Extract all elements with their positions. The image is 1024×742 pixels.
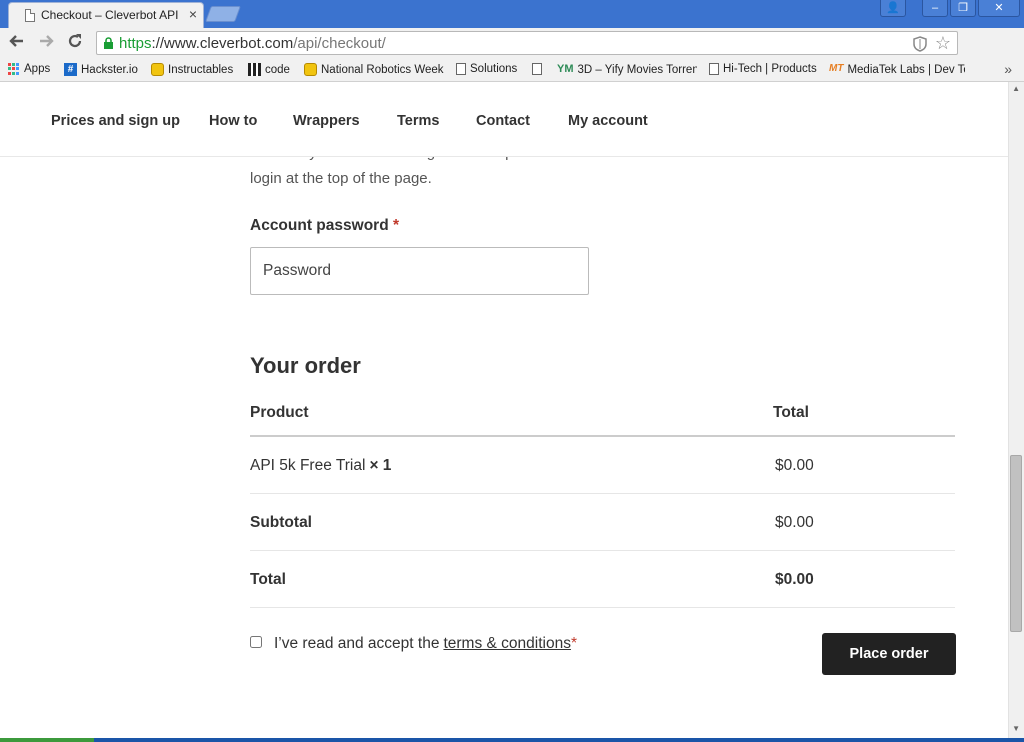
bookmark-code[interactable]: code [248,63,290,76]
total-label: Total [250,571,286,588]
browser-toolbar: https://www.cleverbot.com/api/checkout/ … [0,28,1024,77]
bookmark-apps[interactable]: Apps [8,63,50,75]
bookmarks-overflow-icon[interactable]: » [1004,61,1012,77]
subtotal-label: Subtotal [250,514,312,531]
bookmark-label: Apps [24,63,51,75]
terms-text: I’ve read and accept the [274,635,440,652]
bookmark-label: Hi-Tech | Products [723,63,817,75]
hackster-icon: # [64,63,77,76]
scroll-up-arrow-icon[interactable]: ▲ [1012,84,1020,93]
page-scrollbar[interactable] [1008,82,1024,738]
code-icon [248,63,261,76]
bookmark-robotics-week[interactable]: National Robotics Week [304,63,444,76]
page-favicon-icon [25,9,35,22]
ym-icon: YM [557,63,574,75]
tab-close-icon[interactable]: × [189,6,197,22]
bookmark-star-icon[interactable]: ☆ [935,33,951,54]
restore-button[interactable]: ❐ [950,0,976,17]
scrollbar-thumb[interactable] [1010,455,1022,632]
terms-checkbox[interactable] [250,636,262,648]
order-total-row: Total $0.00 [250,551,955,608]
bookmark-yify[interactable]: YM 3D – Yify Movies Torrent [557,63,697,76]
page-viewport: Prices and sign up How to Wrappers Terms… [0,82,1008,738]
table-row: API 5k Free Trial × 1 $0.00 [250,437,955,494]
apps-grid-icon [8,63,20,75]
nav-my-account[interactable]: My account [568,113,648,129]
bookmark-label: Hackster.io [81,63,138,76]
browser-tab-active[interactable]: Checkout – Cleverbot API × [8,2,204,28]
terms-acceptance: I’ve read and accept the terms & conditi… [250,635,577,653]
product-cell: API 5k Free Trial × 1 [250,457,391,475]
nav-terms[interactable]: Terms [397,113,439,129]
order-review-table: Product Total API 5k Free Trial × 1 $0.00… [250,394,955,608]
back-arrow-icon[interactable] [6,32,28,54]
bookmark-untitled[interactable] [532,63,546,75]
url-path: /api/checkout/ [293,35,386,52]
product-name: API 5k Free Trial [250,457,366,474]
bookmark-hitech[interactable]: Hi-Tech | Products [709,63,817,75]
column-header-product: Product [250,404,309,421]
bookmark-hackster[interactable]: # Hackster.io [64,63,138,76]
terms-conditions-link[interactable]: terms & conditions [443,635,571,653]
robot-icon [304,63,317,76]
bookmark-solutions[interactable]: Solutions [456,63,517,75]
forward-arrow-icon[interactable] [35,32,57,54]
required-marker: * [570,635,577,652]
url-text: https://www.cleverbot.com/api/checkout/ [119,35,386,52]
lock-icon [104,37,113,49]
bookmark-mediatek[interactable]: MT MediaTek Labs | Dev To [829,63,965,76]
page-icon [709,63,719,75]
profile-icon[interactable]: 👤 [880,0,906,17]
product-quantity: × 1 [369,457,392,474]
bookmark-label: code [265,63,290,76]
account-password-input[interactable] [250,247,589,295]
os-taskbar [0,738,1024,742]
address-bar[interactable]: https://www.cleverbot.com/api/checkout/ … [96,31,958,55]
start-button[interactable] [0,738,94,742]
bookmarks-bar: Apps # Hackster.io Instructables code Na… [0,58,1024,82]
nav-how-to[interactable]: How to [209,113,257,129]
bookmark-label: Instructables [168,63,234,76]
nav-prices-signup[interactable]: Prices and sign up [51,113,180,129]
column-header-total: Total [773,404,809,421]
browser-titlebar: Checkout – Cleverbot API × 👤 ‒ ❐ ✕ [0,0,1024,28]
your-order-heading: Your order [250,353,361,378]
place-order-button[interactable]: Place order [822,633,956,675]
product-total: $0.00 [775,457,814,474]
shield-icon[interactable] [913,36,927,52]
reload-icon[interactable] [64,32,86,54]
instructables-robot-icon [151,63,164,76]
bookmark-label: 3D – Yify Movies Torrent [577,63,698,76]
nav-wrappers[interactable]: Wrappers [293,113,360,129]
password-label-text: Account password [250,217,389,234]
window-controls: 👤 ‒ ❐ ✕ [878,0,1020,18]
bookmark-instructables[interactable]: Instructables [151,63,233,76]
site-navigation: Prices and sign up How to Wrappers Terms… [0,82,1008,157]
total-value: $0.00 [775,571,814,588]
subtotal-value: $0.00 [775,514,814,531]
account-info-text-line2: login at the top of the page. [250,170,432,187]
mt-icon: MT [829,63,844,74]
bookmark-label: National Robotics Week [321,63,444,76]
subtotal-row: Subtotal $0.00 [250,494,955,551]
page-icon [456,63,466,75]
minimize-button[interactable]: ‒ [922,0,948,17]
page-icon [532,63,542,75]
tab-title: Checkout – Cleverbot API [41,8,179,22]
url-scheme: https [119,35,152,52]
scroll-down-arrow-icon[interactable]: ▼ [1012,724,1020,733]
close-window-button[interactable]: ✕ [978,0,1020,17]
password-label: Account password * [250,217,399,235]
new-tab-button[interactable] [205,6,241,22]
required-marker: * [392,217,400,234]
bookmark-label: MediaTek Labs | Dev To [847,63,965,76]
url-host: ://www.cleverbot.com [151,35,294,52]
table-header-row: Product Total [250,394,955,437]
nav-contact[interactable]: Contact [476,113,530,129]
bookmark-label: Solutions [470,63,518,75]
